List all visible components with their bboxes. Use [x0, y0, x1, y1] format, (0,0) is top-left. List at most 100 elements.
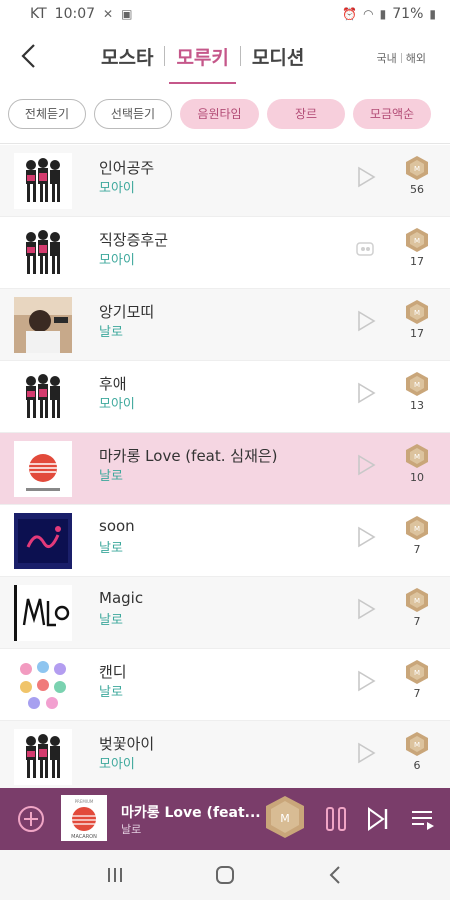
song-title: 캔디 [99, 663, 127, 681]
album-cover [14, 441, 72, 497]
svg-text:M: M [414, 309, 420, 317]
gift-badge-icon[interactable]: M [262, 794, 308, 840]
now-playing-title[interactable]: 마카롱 Love (feat... [121, 802, 261, 822]
gift-icon[interactable]: M [404, 371, 430, 397]
song-list: 인어공주 모아이 M 56 직장증후군 모아이 M 17 앙기모띠 날로 M 1… [0, 145, 450, 793]
song-artist[interactable]: 모아이 [99, 249, 135, 268]
recents-button[interactable] [95, 855, 135, 895]
svg-text:M: M [414, 597, 420, 605]
music-time-chip[interactable]: 음원타임 [180, 98, 259, 129]
region-overseas[interactable]: 해외 [406, 50, 426, 66]
funding-count: 17 [410, 255, 424, 268]
system-back-button[interactable] [315, 855, 355, 895]
svg-text:M: M [414, 381, 420, 389]
album-cover [14, 225, 72, 281]
song-row-current[interactable]: 마카롱 Love (feat. 심재은) 날로 M 10 [0, 433, 450, 505]
gift-icon[interactable]: M [404, 659, 430, 685]
chevron-left-icon [329, 866, 340, 884]
next-track-button[interactable] [366, 806, 390, 832]
playlist-button[interactable] [410, 806, 436, 832]
album-cover [14, 513, 72, 569]
signal-icon: ▮ [379, 7, 387, 21]
funding-count: 7 [413, 543, 421, 556]
svg-text:M: M [414, 669, 420, 677]
gift-icon[interactable]: M [404, 299, 430, 325]
playlist-icon [412, 811, 434, 830]
song-artist[interactable]: 날로 [99, 321, 123, 340]
add-to-playlist-button[interactable] [16, 804, 46, 834]
song-row[interactable]: 인어공주 모아이 M 56 [0, 145, 450, 217]
svg-text:M: M [280, 812, 290, 825]
funding-count: 56 [410, 183, 424, 196]
play-button[interactable] [354, 309, 378, 333]
album-cover [14, 657, 72, 713]
song-artist[interactable]: 모아이 [99, 177, 135, 196]
song-row[interactable]: 앙기모띠 날로 M 17 [0, 289, 450, 361]
play-all-chip[interactable]: 전체듣기 [8, 98, 86, 129]
notification-icon: ✕ [103, 7, 114, 21]
gift-icon[interactable]: M [404, 731, 430, 757]
now-playing-artist: 날로 [121, 823, 142, 836]
cover-text-bottom: MACARON [71, 834, 97, 840]
svg-text:M: M [414, 741, 420, 749]
gift-icon[interactable]: M [404, 155, 430, 181]
song-title: 후애 [99, 375, 127, 393]
mini-player[interactable]: PREMIUM MACARON 마카롱 Love (feat... 날로 M [0, 788, 450, 850]
play-button[interactable] [354, 741, 378, 765]
song-artist[interactable]: 모아이 [99, 753, 135, 772]
region-domestic[interactable]: 국내 [377, 50, 397, 66]
song-artist[interactable]: 날로 [99, 465, 123, 484]
play-button[interactable] [354, 597, 378, 621]
genre-chip[interactable]: 장르 [267, 98, 345, 129]
play-button[interactable] [354, 525, 378, 549]
svg-text:M: M [414, 525, 420, 533]
song-title: 직장증후군 [99, 231, 169, 249]
tab-bar: 모스타 모루키 모디션 [90, 28, 315, 84]
gift-icon[interactable]: M [404, 227, 430, 253]
status-bar: KT 10:07 ✕ ▣ ⏰ ◠ ▮ 71% ▮ [0, 0, 450, 28]
play-button[interactable] [354, 453, 378, 477]
now-playing-cover[interactable]: PREMIUM MACARON [61, 795, 107, 841]
back-button[interactable] [12, 38, 44, 74]
song-title: 앙기모띠 [99, 303, 155, 321]
song-row[interactable]: 후애 모아이 M 13 [0, 361, 450, 433]
song-artist[interactable]: 모아이 [99, 393, 135, 412]
mv-icon[interactable] [354, 237, 378, 261]
image-icon: ▣ [121, 7, 133, 21]
gift-icon[interactable]: M [404, 587, 430, 613]
play-button[interactable] [354, 669, 378, 693]
song-title: Magic [99, 589, 144, 607]
tab-modition[interactable]: 모디션 [241, 28, 315, 84]
song-artist[interactable]: 날로 [99, 681, 123, 700]
recents-icon [108, 868, 122, 882]
funding-count: 17 [410, 327, 424, 340]
svg-text:M: M [414, 165, 420, 173]
song-row[interactable]: soon 날로 M 7 [0, 505, 450, 577]
svg-text:M: M [414, 453, 420, 461]
funding-count: 6 [413, 759, 421, 772]
tab-morukey[interactable]: 모루키 [165, 28, 239, 84]
pause-button[interactable] [324, 806, 348, 832]
song-artist[interactable]: 날로 [99, 537, 123, 556]
wifi-icon: ◠ [363, 7, 374, 21]
song-row[interactable]: Magic 날로 M 7 [0, 577, 450, 649]
song-artist[interactable]: 날로 [99, 609, 123, 628]
gift-icon[interactable]: M [404, 443, 430, 469]
carrier-text: KT [30, 6, 47, 22]
region-toggle: 국내 해외 [377, 50, 427, 66]
pause-icon [326, 807, 346, 831]
song-row[interactable]: 캔디 날로 M 7 [0, 649, 450, 721]
funding-order-chip[interactable]: 모금액순 [353, 98, 431, 129]
gift-icon[interactable]: M [404, 515, 430, 541]
song-row[interactable]: 벚꽃아이 모아이 M 6 [0, 721, 450, 793]
funding-count: 7 [413, 615, 421, 628]
tab-mostar[interactable]: 모스타 [90, 28, 164, 84]
funding-count: 13 [410, 399, 424, 412]
play-button[interactable] [354, 165, 378, 189]
song-row[interactable]: 직장증후군 모아이 M 17 [0, 217, 450, 289]
time-text: 10:07 [54, 6, 96, 22]
cover-text-top: PREMIUM [75, 799, 94, 804]
home-button[interactable] [205, 855, 245, 895]
play-button[interactable] [354, 381, 378, 405]
play-selected-chip[interactable]: 선택듣기 [94, 98, 172, 129]
